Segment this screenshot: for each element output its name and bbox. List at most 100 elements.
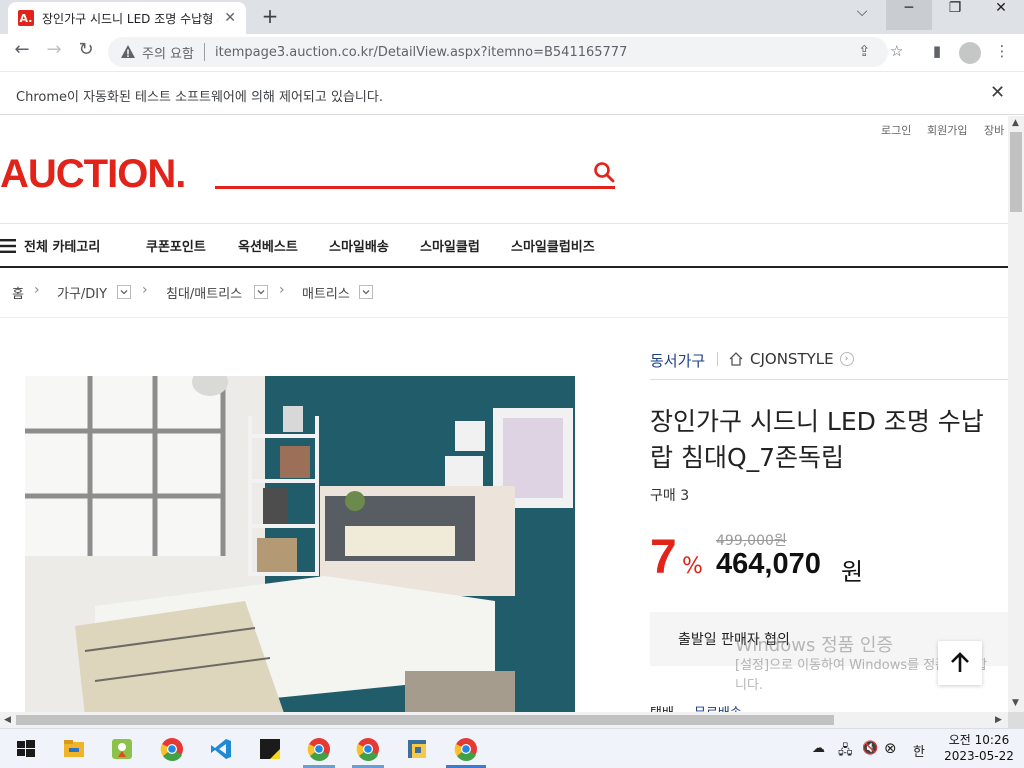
login-link[interactable]: 로그인 — [881, 122, 911, 138]
category-nav: 전체 카테고리 쿠폰포인트 옥션베스트 스마일배송 스마일클럽 스마일클럽비즈 — [0, 224, 1008, 267]
home-icon — [729, 352, 743, 366]
auction-favicon-icon: A. — [18, 10, 34, 26]
automation-infobar: Chrome이 자동화된 테스트 소프트웨어에 의해 제어되고 있습니다. ✕ — [0, 71, 1024, 115]
chrome-icon[interactable] — [452, 735, 480, 763]
tab-close-icon[interactable]: ✕ — [224, 10, 236, 26]
breadcrumb-mattress[interactable]: 매트리스 — [302, 283, 350, 302]
seller-divider — [717, 352, 718, 366]
vscode-icon[interactable] — [207, 735, 235, 763]
minimize-button[interactable]: ─ — [886, 0, 932, 30]
scroll-up-arrow-icon[interactable]: ▲ — [1012, 118, 1019, 128]
browser-tab[interactable]: A. 장인가구 시드니 LED 조명 수납형 서랍 침대Q_7존독립 ✕ — [8, 2, 246, 34]
notification-icon[interactable]: ⊗ — [884, 739, 897, 757]
python-icon[interactable] — [403, 735, 431, 763]
original-price: 499,000원 — [716, 533, 787, 549]
product-image[interactable] — [25, 376, 575, 712]
close-window-button[interactable]: ✕ — [978, 0, 1024, 30]
infobar-text: Chrome이 자동화된 테스트 소프트웨어에 의해 제어되고 있습니다. — [16, 90, 383, 105]
chrome-icon[interactable] — [158, 735, 186, 763]
purchase-count: 구매 3 — [650, 488, 690, 504]
maps-icon[interactable] — [108, 735, 136, 763]
horizontal-scroll-thumb[interactable] — [16, 715, 834, 725]
all-categories-label: 전체 카테고리 — [24, 240, 101, 255]
breadcrumb-home[interactable]: 홈 — [12, 283, 24, 302]
chevron-right-icon: › — [142, 282, 148, 298]
windows-taskbar: ☁ 🖧 🔇 ⊗ 한 오전 10:26 2023-05-22 — [0, 728, 1024, 768]
nav-auction-best[interactable]: 옥션베스트 — [238, 236, 298, 255]
breadcrumb: 홈 › 가구/DIY › 침대/매트리스 › 매트리스 — [0, 268, 1008, 318]
volume-muted-icon[interactable]: 🔇 — [862, 741, 878, 756]
scroll-to-top-button[interactable] — [938, 641, 982, 685]
nav-smile-delivery[interactable]: 스마일배송 — [329, 236, 389, 255]
auction-logo[interactable]: AUCTION. — [0, 152, 186, 197]
tab-strip: A. 장인가구 시드니 LED 조명 수납형 서랍 침대Q_7존독립 ✕ + ⌵… — [0, 0, 1024, 34]
price-unit: 원 — [841, 558, 864, 586]
nav-smile-club[interactable]: 스마일클럽 — [420, 236, 480, 255]
all-categories-button[interactable]: 전체 카테고리 — [0, 236, 100, 255]
page-viewport: 로그인 회원가입 장바 AUCTION. 전체 카테고리 쿠폰포인트 옥션베스트… — [0, 116, 1008, 712]
clock-date: 2023-05-22 — [944, 749, 1014, 763]
product-title-line1: 장인가구 시드니 LED 조명 수납 — [650, 407, 984, 436]
clock-time: 오전 10:26 — [948, 733, 1010, 747]
seller-divider-line — [650, 379, 1008, 380]
reload-button[interactable]: ↻ — [72, 39, 100, 67]
omnibox-divider — [203, 43, 205, 61]
cart-link[interactable]: 장바 — [984, 122, 1004, 138]
sale-price: 464,070 — [716, 548, 821, 580]
back-button[interactable]: ← — [8, 39, 36, 67]
address-bar[interactable]: 주의 요함 itempage3.auction.co.kr/DetailView… — [108, 37, 888, 67]
forward-button[interactable]: → — [40, 39, 68, 67]
tab-title: 장인가구 시드니 LED 조명 수납형 서랍 침대Q_7존독립 — [42, 11, 218, 26]
tab-search-chevron-icon[interactable]: ⌵ — [850, 4, 874, 28]
chevron-right-icon: › — [279, 282, 285, 298]
arrow-up-icon — [951, 652, 969, 672]
scroll-left-arrow-icon[interactable]: ◀ — [4, 715, 11, 725]
chrome-icon[interactable] — [354, 735, 382, 763]
share-icon[interactable]: ⇪ — [858, 42, 871, 60]
security-status[interactable]: 주의 요함 — [142, 43, 194, 62]
breadcrumb-furniture[interactable]: 가구/DIY — [57, 283, 107, 302]
file-explorer-icon[interactable] — [60, 735, 88, 763]
search-input[interactable] — [215, 186, 615, 189]
chevron-right-icon: › — [839, 352, 854, 366]
hamburger-icon — [0, 238, 16, 253]
start-icon[interactable] — [12, 735, 40, 763]
url-text[interactable]: itempage3.auction.co.kr/DetailView.aspx?… — [215, 45, 627, 60]
discount-rate: 7 — [650, 531, 677, 584]
network-icon[interactable]: 🖧 — [838, 741, 853, 763]
profile-avatar-icon[interactable] — [959, 42, 981, 64]
delivery-label: 택배 — [650, 702, 674, 712]
nav-coupon-point[interactable]: 쿠폰포인트 — [146, 236, 206, 255]
taskbar-clock[interactable]: 오전 10:26 2023-05-22 — [944, 732, 1014, 764]
signup-link[interactable]: 회원가입 — [927, 122, 967, 138]
chevron-down-icon[interactable] — [359, 285, 373, 299]
horizontal-scrollbar[interactable]: ◀ ▶ — [0, 712, 1008, 728]
chrome-icon[interactable] — [305, 735, 333, 763]
new-tab-button[interactable]: + — [258, 4, 282, 28]
discount-unit: % — [682, 554, 703, 579]
onedrive-icon[interactable]: ☁ — [812, 741, 825, 756]
activation-watermark-title: Windows 정품 인증 — [735, 635, 894, 656]
restore-button[interactable]: ❐ — [932, 0, 978, 30]
store-link[interactable]: CJONSTYLE › — [728, 350, 854, 368]
vertical-scrollbar[interactable]: ▲ ▼ — [1008, 116, 1024, 712]
nav-smile-club-biz[interactable]: 스마일클럽비즈 — [511, 236, 595, 255]
bookmark-star-icon[interactable]: ☆ — [890, 42, 903, 60]
chevron-down-icon[interactable] — [254, 285, 268, 299]
ime-indicator[interactable]: 한 — [913, 741, 925, 760]
product-title: 장인가구 시드니 LED 조명 수납 랍 침대Q_7존독립 — [650, 404, 1008, 476]
side-panel-icon[interactable]: ▮ — [926, 42, 948, 64]
store-name: CJONSTYLE — [750, 350, 834, 368]
infobar-close-icon[interactable]: ✕ — [990, 82, 1005, 103]
scroll-down-arrow-icon[interactable]: ▼ — [1012, 698, 1019, 708]
chrome-menu-icon[interactable]: ⋮ — [991, 42, 1013, 64]
sticky-icon[interactable] — [256, 735, 284, 763]
vertical-scroll-thumb[interactable] — [1010, 132, 1022, 212]
seller-link[interactable]: 동서가구 — [650, 350, 705, 371]
breadcrumb-bed-mattress[interactable]: 침대/매트리스 — [166, 283, 242, 302]
search-icon[interactable] — [592, 160, 616, 184]
chevron-right-icon: › — [34, 282, 40, 298]
browser-toolbar: ← → ↻ 주의 요함 itempage3.auction.co.kr/Deta… — [0, 34, 1024, 71]
scroll-right-arrow-icon[interactable]: ▶ — [995, 715, 1002, 725]
chevron-down-icon[interactable] — [117, 285, 131, 299]
